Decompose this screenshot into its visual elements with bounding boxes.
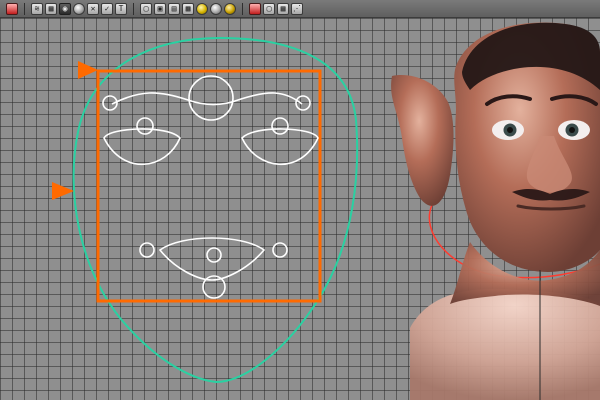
cube-shaded-icon[interactable]: ▣: [154, 2, 166, 15]
cube-wire-icon[interactable]: ▢: [263, 2, 275, 15]
wireframe-x-icon[interactable]: ✕: [87, 2, 99, 15]
toolbar-separator: [24, 2, 25, 15]
split-view-icon[interactable]: ▦: [277, 2, 289, 15]
gold-sphere-icon[interactable]: [224, 2, 236, 15]
toolbar-separator: [242, 2, 243, 15]
cube-textured-icon[interactable]: ▤: [168, 2, 180, 15]
sphere-material-icon[interactable]: [73, 2, 85, 15]
text-tool-label: T: [118, 4, 124, 13]
checkbox-toggle-icon[interactable]: ✓: [101, 2, 113, 15]
yellow-sphere-icon[interactable]: [196, 2, 208, 15]
gray-sphere-icon[interactable]: [210, 2, 222, 15]
text-tool-icon[interactable]: T: [115, 2, 127, 15]
render-frame-icon[interactable]: ≋: [31, 2, 43, 15]
isolate-icon[interactable]: [249, 2, 261, 15]
ipr-render-icon[interactable]: ▦: [45, 2, 57, 15]
snapshot-icon[interactable]: ◉: [59, 2, 71, 15]
checker-icon[interactable]: ▩: [182, 2, 194, 15]
share-icon[interactable]: ⋰: [291, 2, 303, 15]
cube-icon[interactable]: ▢: [140, 2, 152, 15]
viewport-toolbar: ≋ ▦ ◉ ✕ ✓ T ▢ ▣ ▤ ▩ ▢ ▦ ⋰: [0, 0, 600, 18]
maya-viewport-app: ≋ ▦ ◉ ✕ ✓ T ▢ ▣ ▤ ▩ ▢ ▦ ⋰: [0, 0, 600, 400]
3d-viewport[interactable]: [0, 18, 600, 400]
select-tool-icon[interactable]: [6, 2, 18, 15]
toolbar-separator: [133, 2, 134, 15]
